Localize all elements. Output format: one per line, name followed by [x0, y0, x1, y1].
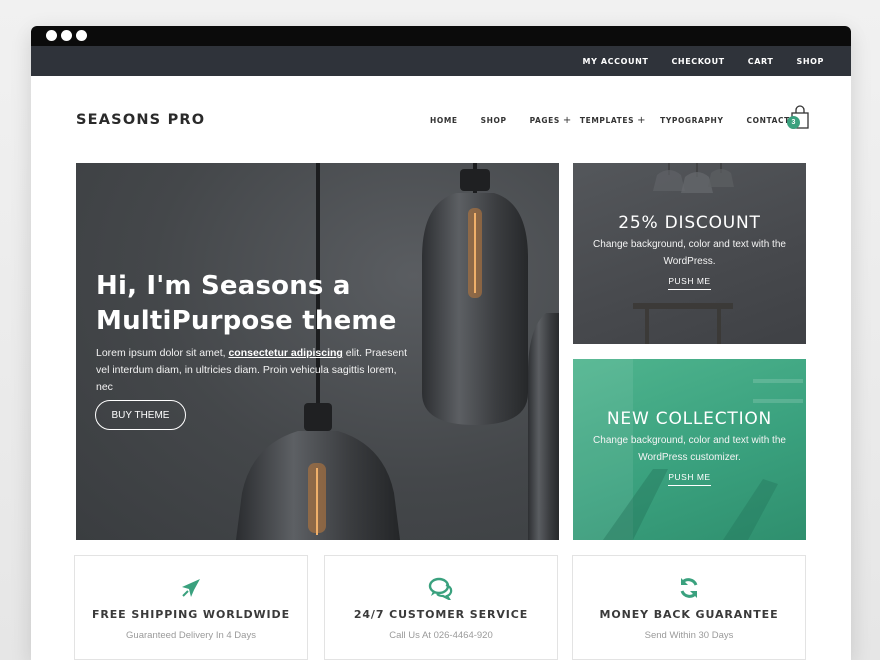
feature-title: 24/7 CUSTOMER SERVICE — [353, 608, 529, 621]
nav-item-label: PAGES — [529, 116, 560, 125]
feature-icon-wrap — [75, 576, 307, 600]
feature-subtitle: Call Us At 026-4464-920 — [389, 630, 493, 641]
nav-item-label: HOME — [430, 116, 458, 125]
promo-card-new-collection[interactable]: NEW COLLECTION Change background, color … — [573, 359, 806, 540]
window-dot-icon[interactable] — [76, 30, 87, 41]
top-utility-bar: MY ACCOUNT CHECKOUT CART SHOP — [31, 46, 851, 76]
topbar-link-checkout[interactable]: CHECKOUT — [671, 57, 724, 66]
hero-text-before: Lorem ipsum dolor sit amet, — [96, 347, 229, 359]
window-dot-icon[interactable] — [61, 30, 72, 41]
nav-item-label: CONTACT — [746, 116, 790, 125]
nav-item-pages[interactable]: PAGES + — [530, 115, 572, 126]
chat-bubbles-icon — [428, 577, 453, 600]
hero-description: Lorem ipsum dolor sit amet, consectetur … — [96, 345, 408, 396]
window-titlebar — [31, 26, 851, 46]
window-dot-icon[interactable] — [46, 30, 57, 41]
push-me-link[interactable]: PUSH ME — [573, 276, 806, 290]
plus-icon: + — [562, 115, 572, 126]
promo-card-discount[interactable]: 25% DISCOUNT Change background, color an… — [573, 163, 806, 344]
site-header: SEASONS PRO HOME SHOP PAGES + TEMPLATES … — [31, 76, 851, 163]
feature-icon-wrap — [325, 576, 557, 600]
hero-banner: Hi, I'm Seasons a MultiPurpose theme Lor… — [76, 163, 559, 540]
nav-item-templates[interactable]: TEMPLATES + — [580, 115, 646, 126]
refresh-icon — [680, 578, 698, 598]
push-me-label: PUSH ME — [668, 276, 711, 290]
feature-card-support: 24/7 CUSTOMER SERVICE Call Us At 026-446… — [324, 555, 558, 660]
promo-title: NEW COLLECTION — [606, 409, 773, 429]
hero-text-link[interactable]: consectetur adipiscing — [228, 347, 342, 359]
feature-title: MONEY BACK GUARANTEE — [599, 608, 779, 621]
nav-item-label: TYPOGRAPHY — [660, 116, 724, 125]
topbar-link-shop[interactable]: SHOP — [796, 57, 824, 66]
topbar-link-cart[interactable]: CART — [748, 57, 774, 66]
browser-window: MY ACCOUNT CHECKOUT CART SHOP SEASONS PR… — [31, 26, 851, 660]
nav-item-typography[interactable]: TYPOGRAPHY — [660, 116, 723, 125]
nav-item-contact[interactable]: CONTACT — [746, 116, 789, 125]
buy-theme-button[interactable]: BUY THEME — [95, 400, 186, 430]
airplane-icon — [182, 579, 200, 597]
topbar-link-my-account[interactable]: MY ACCOUNT — [583, 57, 649, 66]
nav-item-label: TEMPLATES — [579, 116, 635, 125]
feature-icon-wrap — [573, 576, 805, 600]
promo-text: Change background, color and text with t… — [593, 435, 786, 463]
nav-item-home[interactable]: HOME — [430, 116, 458, 125]
promo-text: Change background, color and text with t… — [593, 239, 786, 267]
feature-card-shipping: FREE SHIPPING WORLDWIDE Guaranteed Deliv… — [74, 555, 308, 660]
feature-card-guarantee: MONEY BACK GUARANTEE Send Within 30 Days — [572, 555, 806, 660]
nav-item-label: SHOP — [480, 116, 507, 125]
cart-count-badge: 3 — [787, 116, 800, 129]
nav-item-shop[interactable]: SHOP — [481, 116, 507, 125]
plus-icon: + — [637, 115, 647, 126]
push-me-label: PUSH ME — [668, 472, 711, 486]
feature-subtitle: Guaranteed Delivery In 4 Days — [126, 630, 256, 641]
site-logo[interactable]: SEASONS PRO — [76, 112, 205, 128]
hero-title: Hi, I'm Seasons a MultiPurpose theme — [96, 271, 397, 336]
main-navigation: HOME SHOP PAGES + TEMPLATES + TYPOGRAPHY… — [430, 115, 790, 126]
feature-title: FREE SHIPPING WORLDWIDE — [91, 608, 290, 621]
push-me-link[interactable]: PUSH ME — [573, 472, 806, 486]
feature-subtitle: Send Within 30 Days — [644, 630, 734, 641]
promo-title: 25% DISCOUNT — [618, 213, 761, 233]
